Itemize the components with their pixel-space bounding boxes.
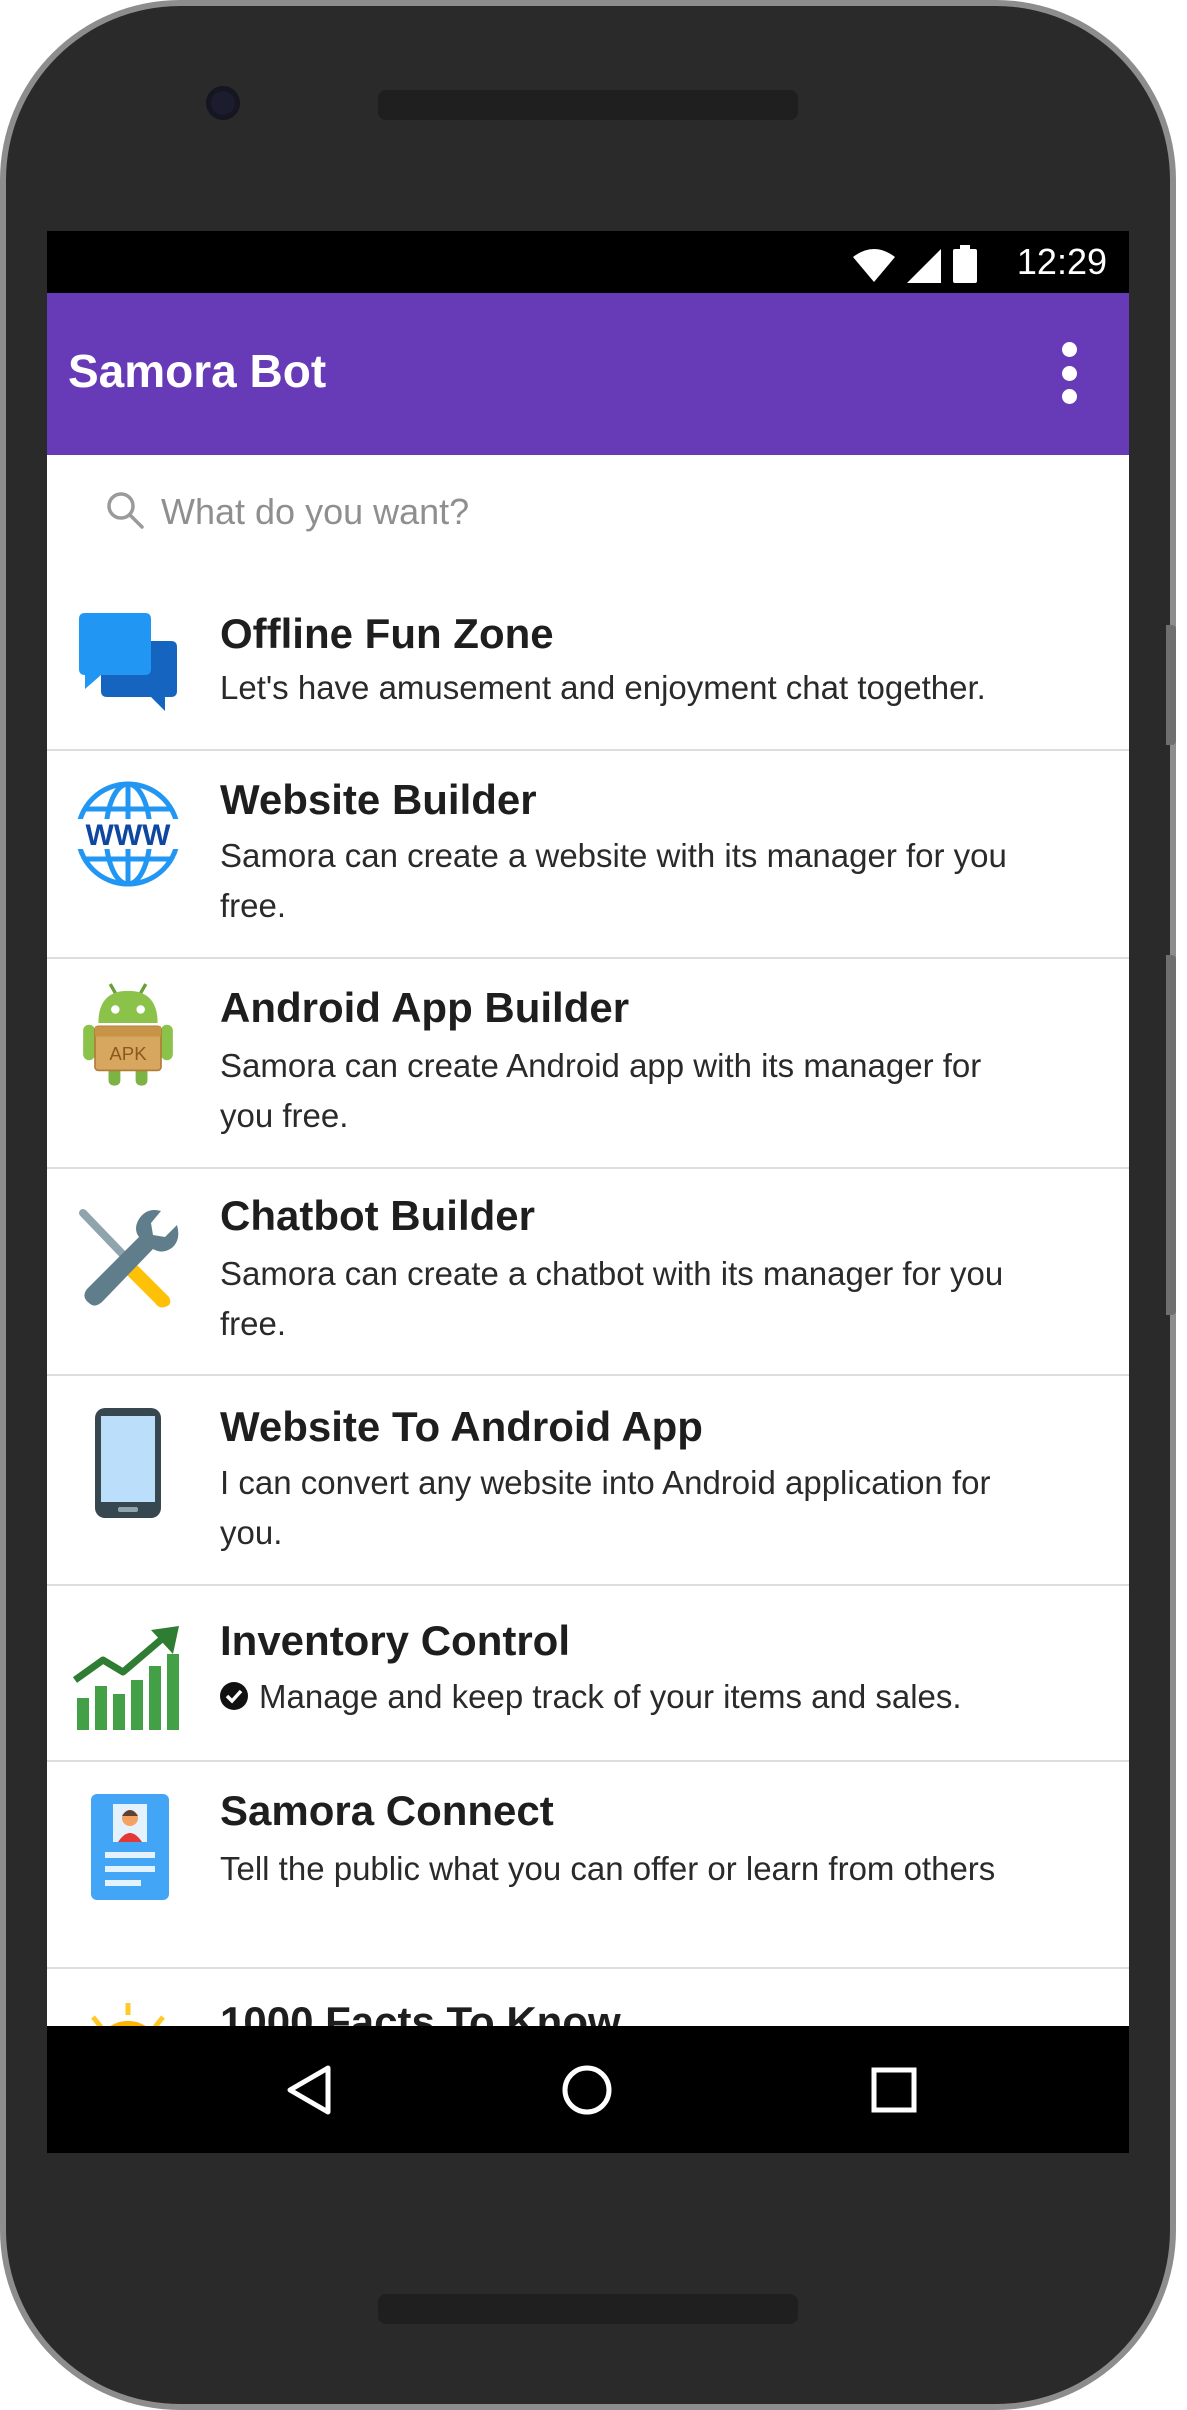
search-bar <box>47 455 1129 575</box>
item-title: Website To Android App <box>220 1403 703 1450</box>
more-vert-icon[interactable] <box>1059 342 1079 404</box>
www-globe-icon: WWW <box>73 781 183 887</box>
wrench-screwdriver-icon <box>79 1209 179 1308</box>
id-card-icon <box>91 1794 169 1900</box>
chat-bubbles-icon <box>79 613 177 711</box>
status-icons <box>853 245 977 283</box>
growth-chart-icon <box>73 1626 179 1730</box>
back-icon[interactable] <box>280 2060 340 2120</box>
feature-list: Offline Fun Zone Let's have amusement an… <box>47 575 1129 2089</box>
svg-text:WWW: WWW <box>86 819 172 852</box>
item-title: Offline Fun Zone <box>220 610 554 657</box>
phone-frame: 12:29 Samora Bot Offline Fun Zone Let's … <box>0 0 1176 2410</box>
item-title: Website Builder <box>220 776 537 823</box>
top-speaker <box>378 90 798 120</box>
item-title: Android App Builder <box>220 984 630 1031</box>
item-description: Samora can create Android app with its m… <box>220 1047 982 1134</box>
list-item-android-app-builder[interactable]: APK Android App Builder Samora can creat… <box>47 959 1129 1169</box>
item-title: Chatbot Builder <box>220 1192 535 1239</box>
status-time: 12:29 <box>1016 241 1107 282</box>
navigation-bar <box>47 2026 1129 2153</box>
check-circle-icon <box>220 1682 248 1710</box>
list-item-inventory-control[interactable]: Inventory Control Manage and keep track … <box>47 1586 1129 1762</box>
home-icon[interactable] <box>557 2060 617 2120</box>
item-description: Samora can create a website with its man… <box>220 837 1007 924</box>
screen: 12:29 Samora Bot Offline Fun Zone Let's … <box>47 231 1129 2153</box>
item-description: Samora can create a chatbot with its man… <box>220 1255 1004 1342</box>
status-bar: 12:29 <box>47 231 1129 293</box>
item-title: Inventory Control <box>220 1617 571 1664</box>
front-camera <box>206 86 240 120</box>
android-apk-icon: APK <box>83 983 173 1086</box>
item-description: I can convert any website into Android a… <box>220 1464 991 1551</box>
volume-button <box>1166 625 1176 745</box>
list-item-offline-fun-zone[interactable]: Offline Fun Zone Let's have amusement an… <box>47 575 1129 751</box>
bottom-speaker <box>378 2294 798 2324</box>
battery-icon <box>953 245 977 283</box>
list-item-chatbot-builder[interactable]: Chatbot Builder Samora can create a chat… <box>47 1169 1129 1376</box>
smartphone-icon <box>95 1408 161 1518</box>
item-title: Samora Connect <box>220 1787 554 1834</box>
list-item-samora-connect[interactable]: Samora Connect Tell the public what you … <box>47 1762 1129 1969</box>
item-description: Manage and keep track of your items and … <box>259 1678 962 1715</box>
item-description: Let's have amusement and enjoyment chat … <box>220 669 986 706</box>
list-item-website-to-android-app[interactable]: Website To Android App I can convert any… <box>47 1376 1129 1586</box>
svg-text:APK: APK <box>109 1043 147 1064</box>
item-description: Tell the public what you can offer or le… <box>220 1850 996 1887</box>
wifi-icon <box>853 249 895 282</box>
power-button <box>1166 955 1176 1315</box>
search-input[interactable] <box>159 481 863 543</box>
app-bar: Samora Bot <box>47 293 1129 455</box>
recents-icon[interactable] <box>864 2060 924 2120</box>
list-item-website-builder[interactable]: WWW Website Builder Samora can create a … <box>47 751 1129 959</box>
cell-signal-icon <box>907 249 941 283</box>
search-icon <box>107 492 144 529</box>
app-title: Samora Bot <box>68 345 327 397</box>
